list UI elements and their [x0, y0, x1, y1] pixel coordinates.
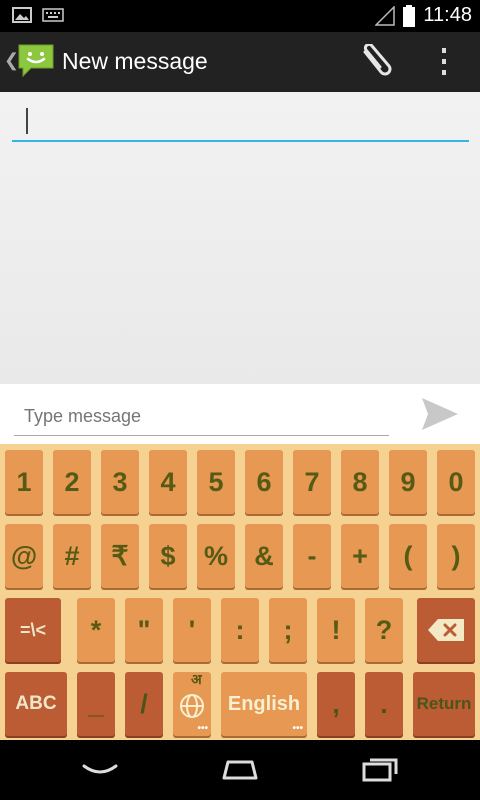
backspace-icon — [428, 619, 464, 641]
message-input[interactable] — [14, 398, 389, 436]
key-period[interactable]: . — [365, 672, 403, 736]
key-slash[interactable]: / — [125, 672, 163, 736]
more-dots: ••• — [197, 723, 208, 734]
battery-icon — [403, 4, 416, 27]
key-plus[interactable]: + — [341, 524, 379, 588]
keyboard: 1 2 3 4 5 6 7 8 9 0 @ # ₹ $ % & - + ( ) … — [0, 444, 480, 740]
text-cursor — [26, 108, 28, 134]
key-7[interactable]: 7 — [293, 450, 331, 514]
key-asterisk[interactable]: * — [77, 598, 115, 662]
more-dots: ••• — [292, 723, 303, 734]
navigation-bar — [0, 740, 480, 800]
key-6[interactable]: 6 — [245, 450, 283, 514]
key-2[interactable]: 2 — [53, 450, 91, 514]
key-language[interactable]: अ ••• — [173, 671, 211, 736]
key-colon[interactable]: : — [221, 598, 259, 662]
key-rupee[interactable]: ₹ — [101, 524, 139, 588]
key-single-quote[interactable]: ' — [173, 598, 211, 662]
key-4[interactable]: 4 — [149, 450, 187, 514]
space-label: English — [227, 692, 301, 715]
language-glyph: अ — [191, 671, 202, 687]
key-5[interactable]: 5 — [197, 450, 235, 514]
key-3[interactable]: 3 — [101, 450, 139, 514]
backspace-key[interactable] — [417, 598, 475, 662]
key-at[interactable]: @ — [5, 524, 43, 588]
key-dollar[interactable]: $ — [149, 524, 187, 588]
nav-recents-icon[interactable] — [350, 750, 410, 790]
nav-back-icon[interactable] — [70, 750, 130, 790]
recipient-field-underline — [12, 140, 469, 142]
key-question[interactable]: ? — [365, 598, 403, 662]
key-9[interactable]: 9 — [389, 450, 427, 514]
gallery-icon — [12, 7, 32, 23]
key-double-quote[interactable]: " — [125, 598, 163, 662]
key-semicolon[interactable]: ; — [269, 598, 307, 662]
key-close-paren[interactable]: ) — [437, 524, 475, 588]
key-ampersand[interactable]: & — [245, 524, 283, 588]
key-comma[interactable]: , — [317, 672, 355, 736]
attach-icon[interactable] — [355, 44, 395, 80]
key-0[interactable]: 0 — [437, 450, 475, 514]
key-more-symbols[interactable]: =\< — [5, 598, 61, 662]
key-percent[interactable]: % — [197, 524, 235, 588]
messaging-app-icon[interactable] — [16, 40, 56, 80]
globe-icon — [180, 694, 204, 718]
key-space-english[interactable]: English ••• — [221, 672, 307, 736]
nav-home-icon[interactable] — [210, 750, 270, 790]
page-title: New message — [62, 48, 208, 74]
key-1[interactable]: 1 — [5, 450, 43, 514]
key-return[interactable]: Return — [413, 672, 475, 736]
key-open-paren[interactable]: ( — [389, 524, 427, 588]
signal-icon — [375, 5, 396, 26]
status-bar: 11:48 — [0, 0, 480, 32]
keyboard-icon — [42, 8, 64, 22]
send-icon[interactable] — [420, 396, 460, 432]
key-minus[interactable]: - — [293, 524, 331, 588]
recipient-field[interactable] — [12, 102, 473, 142]
key-abc[interactable]: ABC — [5, 672, 67, 736]
key-underscore[interactable]: _ — [77, 672, 115, 736]
overflow-menu-icon[interactable] — [432, 44, 456, 80]
key-hash[interactable]: # — [53, 524, 91, 588]
status-time: 11:48 — [423, 4, 472, 26]
action-bar: ❮ New message — [0, 32, 480, 92]
key-exclamation[interactable]: ! — [317, 598, 355, 662]
key-8[interactable]: 8 — [341, 450, 379, 514]
